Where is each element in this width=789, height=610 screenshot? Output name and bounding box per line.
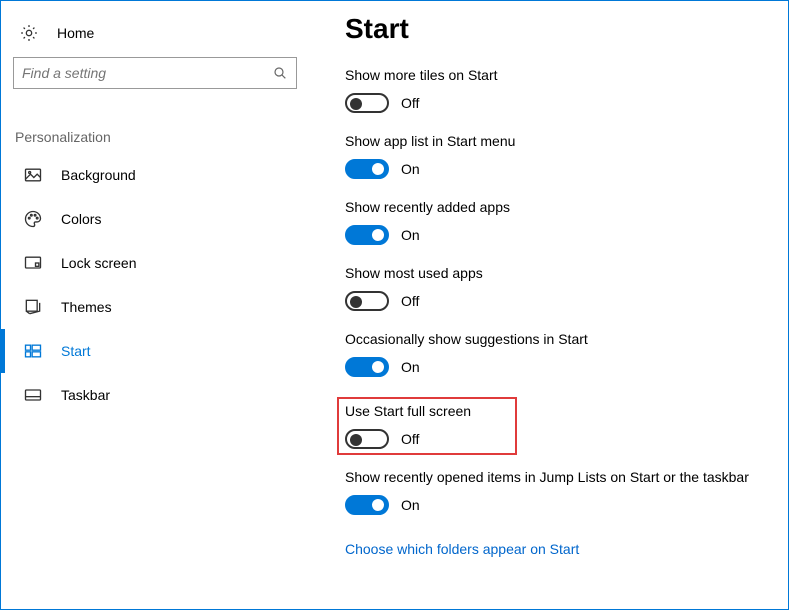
- toggle-state: On: [401, 497, 420, 513]
- toggle-state: Off: [401, 293, 419, 309]
- toggle-row: On: [345, 495, 768, 515]
- toggle-more-tiles[interactable]: [345, 93, 389, 113]
- setting-app-list: Show app list in Start menu On: [345, 133, 768, 179]
- setting-recent-apps: Show recently added apps On: [345, 199, 768, 245]
- toggle-row: Off: [345, 429, 509, 449]
- setting-more-tiles: Show more tiles on Start Off: [345, 67, 768, 113]
- sidebar-item-label: Colors: [61, 211, 101, 227]
- setting-suggestions: Occasionally show suggestions in Start On: [345, 331, 768, 377]
- picture-icon: [23, 165, 43, 185]
- toggle-state: Off: [401, 95, 419, 111]
- sidebar-item-themes[interactable]: Themes: [1, 285, 309, 329]
- toggle-app-list[interactable]: [345, 159, 389, 179]
- setting-fullscreen: Use Start full screen Off: [337, 397, 517, 455]
- toggle-row: On: [345, 225, 768, 245]
- setting-label: Show more tiles on Start: [345, 67, 768, 83]
- sidebar-item-background[interactable]: Background: [1, 153, 309, 197]
- nav-list: Background Colors Lock screen: [1, 153, 309, 417]
- section-header: Personalization: [1, 89, 309, 153]
- home-button[interactable]: Home: [1, 19, 309, 57]
- setting-jump-lists: Show recently opened items in Jump Lists…: [345, 469, 768, 515]
- search-input[interactable]: [13, 57, 297, 89]
- search-field[interactable]: [22, 65, 272, 81]
- main-content: Start Show more tiles on Start Off Show ap…: [309, 1, 788, 609]
- lockscreen-icon: [23, 253, 43, 273]
- setting-most-used: Show most used apps Off: [345, 265, 768, 311]
- toggle-state: On: [401, 227, 420, 243]
- sidebar-item-taskbar[interactable]: Taskbar: [1, 373, 309, 417]
- sidebar-item-label: Background: [61, 167, 136, 183]
- toggle-state: On: [401, 359, 420, 375]
- settings-list: Show more tiles on Start Off Show app list…: [345, 67, 768, 515]
- sidebar-item-label: Taskbar: [61, 387, 110, 403]
- sidebar-item-start[interactable]: Start: [1, 329, 309, 373]
- toggle-state: Off: [401, 431, 419, 447]
- toggle-row: On: [345, 159, 768, 179]
- gear-icon: [19, 23, 39, 43]
- toggle-fullscreen[interactable]: [345, 429, 389, 449]
- home-label: Home: [57, 25, 94, 41]
- toggle-state: On: [401, 161, 420, 177]
- setting-label: Show recently opened items in Jump Lists…: [345, 469, 768, 485]
- page-title: Start: [345, 13, 768, 45]
- sidebar-item-lockscreen[interactable]: Lock screen: [1, 241, 309, 285]
- toggle-row: Off: [345, 93, 768, 113]
- setting-label: Use Start full screen: [345, 403, 509, 419]
- search-icon: [272, 65, 288, 81]
- toggle-row: Off: [345, 291, 768, 311]
- sidebar-item-label: Start: [61, 343, 91, 359]
- choose-folders-link[interactable]: Choose which folders appear on Start: [345, 541, 579, 557]
- setting-label: Show app list in Start menu: [345, 133, 768, 149]
- themes-icon: [23, 297, 43, 317]
- toggle-jump-lists[interactable]: [345, 495, 389, 515]
- toggle-row: On: [345, 357, 768, 377]
- start-icon: [23, 341, 43, 361]
- toggle-most-used[interactable]: [345, 291, 389, 311]
- sidebar-item-label: Lock screen: [61, 255, 136, 271]
- sidebar-item-colors[interactable]: Colors: [1, 197, 309, 241]
- taskbar-icon: [23, 385, 43, 405]
- palette-icon: [23, 209, 43, 229]
- setting-label: Show recently added apps: [345, 199, 768, 215]
- sidebar: Home Personalization Background: [1, 1, 309, 609]
- toggle-recent-apps[interactable]: [345, 225, 389, 245]
- setting-label: Show most used apps: [345, 265, 768, 281]
- sidebar-item-label: Themes: [61, 299, 112, 315]
- toggle-suggestions[interactable]: [345, 357, 389, 377]
- setting-label: Occasionally show suggestions in Start: [345, 331, 768, 347]
